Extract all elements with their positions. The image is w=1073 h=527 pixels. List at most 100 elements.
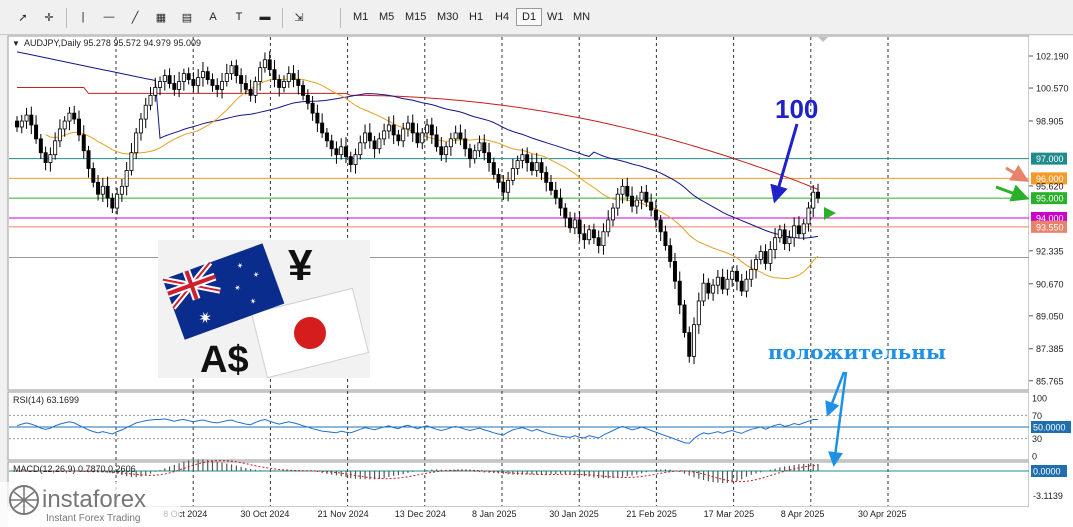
candle-body (672, 261, 677, 282)
candle-body (687, 332, 692, 357)
candle-body (396, 134, 401, 142)
candle-body (591, 229, 596, 239)
macd-tick-label: -3.1139 (1033, 491, 1063, 501)
candle-body (663, 231, 668, 247)
horizontal-line-tool[interactable]: — (98, 6, 120, 28)
candle-body (482, 142, 487, 154)
candle-body (57, 128, 62, 142)
price-tick-label: 102.190 (1036, 52, 1069, 62)
candle-body (67, 112, 72, 122)
timeframe-h1[interactable]: H1 (464, 8, 488, 26)
candle-body (296, 79, 301, 86)
arrow-tools-menu[interactable]: ⇲ (288, 6, 310, 28)
rsi-tick-label: 30 (1032, 434, 1042, 444)
candle-body (510, 168, 515, 181)
candle-body (444, 146, 449, 156)
rectangle-tool[interactable]: ▬ (254, 6, 276, 28)
time-tick-label: 30 Oct 2024 (240, 509, 289, 519)
price-tick-label: 92.335 (1036, 246, 1064, 256)
candle-body (816, 191, 821, 199)
candle-body (382, 130, 387, 140)
candle-body (811, 191, 816, 209)
rsi-pane[interactable] (7, 391, 1030, 461)
candle-body (649, 201, 654, 211)
candle-body (434, 134, 439, 148)
macd-value-tag-label: 0.0000 (1033, 467, 1061, 477)
fibonacci-tool[interactable]: ▤ (176, 6, 198, 28)
vertical-line-tool[interactable]: | (72, 6, 94, 28)
candle-body (167, 75, 172, 84)
candle-body (639, 191, 644, 201)
candle-body (100, 185, 105, 195)
candle-body (744, 278, 749, 292)
rsi-tick-label: 0 (1032, 452, 1037, 462)
candle-body (72, 112, 77, 120)
candle-body (544, 172, 549, 183)
candle-body (534, 162, 539, 171)
candle-body (477, 142, 482, 152)
candle-body (53, 140, 58, 156)
candle-body (563, 207, 568, 219)
candle-body (19, 120, 24, 128)
candle-body (105, 185, 110, 199)
candle-body (682, 304, 687, 334)
candle-body (372, 140, 377, 150)
candle-body (677, 280, 682, 306)
candle-body (186, 73, 191, 80)
price-tick-label: 95.000 (1036, 194, 1064, 204)
candle-body (796, 225, 801, 235)
candle-body (429, 124, 434, 136)
crosshair-tool[interactable]: ✛ (38, 6, 60, 28)
timeframe-m30[interactable]: M30 (432, 8, 463, 26)
candle-body (305, 94, 310, 104)
candle-body (134, 132, 139, 154)
candle-body (181, 73, 186, 82)
candle-body (401, 128, 406, 142)
candle-body (587, 229, 592, 241)
candle-body (487, 152, 492, 163)
chart-collapse-icon[interactable]: ▼ (12, 39, 20, 48)
trendline-tool[interactable]: ╱ (124, 6, 146, 28)
timeframe-m5[interactable]: M5 (374, 8, 399, 26)
candle-body (81, 134, 86, 152)
candle-body (220, 81, 225, 90)
candle-body (568, 217, 573, 229)
candle-body (515, 160, 520, 169)
candle-body (253, 81, 258, 96)
timeframe-mn[interactable]: MN (568, 8, 595, 26)
price-tick-label: 93.550 (1036, 222, 1064, 232)
equidistant-channel-tool[interactable]: ▦ (150, 6, 172, 28)
candle-body (143, 104, 148, 120)
price-tick-label: 98.905 (1036, 116, 1064, 126)
candle-body (124, 170, 129, 187)
candle-body (129, 152, 134, 171)
candle-body (715, 276, 720, 286)
candle-body (91, 168, 96, 183)
text-tool[interactable]: A (202, 6, 224, 28)
candle-body (506, 179, 511, 193)
candle-body (768, 249, 773, 264)
candle-body (62, 120, 67, 130)
candle-body (668, 245, 673, 262)
flag-panel: ✷ ✶ ✶ ✶ ✶ ¥ A$ (158, 240, 370, 381)
candle-body (310, 102, 315, 114)
text-label-tool[interactable]: T (228, 6, 250, 28)
timeframe-d1[interactable]: D1 (516, 8, 543, 26)
candle-body (363, 132, 368, 144)
timeframe-h4[interactable]: H4 (490, 8, 514, 26)
candle-body (415, 132, 420, 144)
candle-body (410, 122, 415, 134)
rsi-tick-label: 100 (1032, 394, 1047, 404)
candle-body (234, 65, 239, 76)
timeframe-w1[interactable]: W1 (542, 8, 569, 26)
toolbar-separator (340, 8, 341, 28)
candle-body (239, 75, 244, 84)
candle-body (773, 237, 778, 250)
candle-body (777, 229, 782, 239)
timeframe-m15[interactable]: M15 (400, 8, 431, 26)
timeframe-m1[interactable]: M1 (348, 8, 373, 26)
toolbar: ➚ ✛ | — ╱ ▦ ▤ A T ▬ ⇲ M1 M5 M15 M30 H1 H4 D1 W1 MN (0, 0, 1073, 35)
cursor-tool[interactable]: ➚ (12, 6, 34, 28)
candle-body (177, 81, 182, 90)
candle-body (758, 251, 763, 260)
